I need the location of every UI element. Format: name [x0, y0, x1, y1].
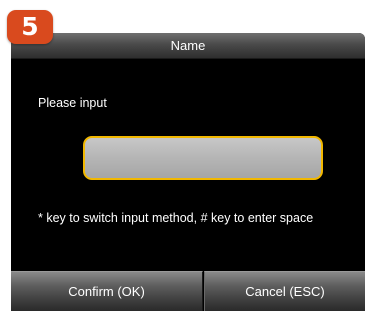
name-input-field[interactable] — [83, 136, 323, 180]
input-method-hint: * key to switch input method, # key to e… — [38, 211, 314, 225]
confirm-button[interactable]: Confirm (OK) — [11, 271, 203, 311]
device-screen: Name Please input * key to switch input … — [11, 33, 365, 311]
cancel-button[interactable]: Cancel (ESC) — [204, 271, 365, 311]
title-bar: Name — [11, 33, 365, 59]
input-prompt-label: Please input — [38, 96, 107, 110]
dialog-title: Name — [170, 38, 206, 53]
step-number-badge: 5 — [7, 10, 53, 44]
